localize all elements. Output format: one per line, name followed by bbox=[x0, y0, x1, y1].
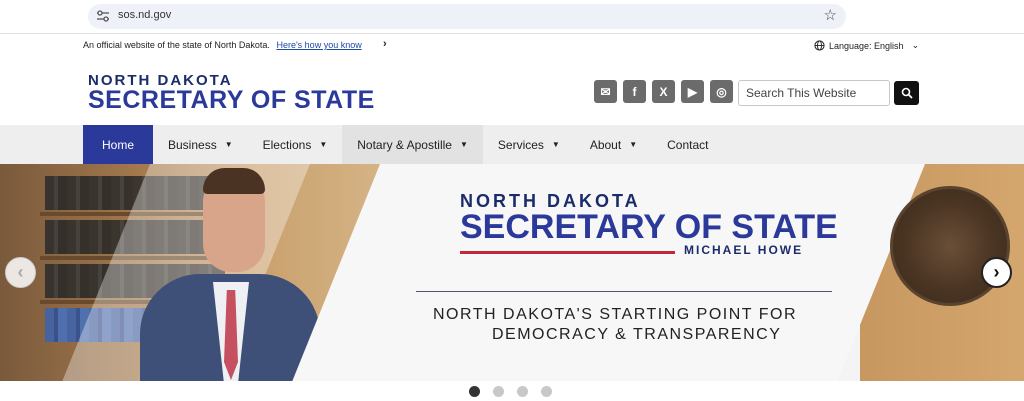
nav-item-label[interactable]: Elections bbox=[263, 138, 312, 152]
site-header: NORTH DAKOTA SECRETARY OF STATE ✉ f X ▶ … bbox=[0, 60, 1024, 125]
nav-item-label[interactable]: Notary & Apostille bbox=[357, 138, 452, 152]
search-icon bbox=[901, 87, 913, 99]
carousel-dots bbox=[469, 386, 552, 397]
main-nav: Home Business ▼ Elections ▼ Notary & Apo… bbox=[0, 125, 1024, 164]
star-icon[interactable]: ☆ bbox=[824, 6, 837, 24]
social-links: ✉ f X ▶ ◎ bbox=[594, 80, 733, 103]
gov-banner-label: An official website of the state of Nort… bbox=[83, 40, 270, 50]
nav-item-label[interactable]: Contact bbox=[667, 138, 708, 152]
caret-down-icon: ▼ bbox=[629, 140, 638, 149]
hero-carousel: NORTH DAKOTA SECRETARY OF STATE MICHAEL … bbox=[0, 164, 1024, 381]
nav-item-notary-apostille[interactable]: Notary & Apostille ▼ bbox=[342, 125, 483, 164]
carousel-prev-button[interactable]: ‹ bbox=[5, 257, 36, 288]
url-text[interactable]: sos.nd.gov bbox=[118, 9, 171, 21]
browser-bar: sos.nd.gov ☆ bbox=[0, 0, 1024, 34]
great-seal-image bbox=[890, 186, 1010, 306]
hero-logo-office: SECRETARY OF STATE bbox=[460, 208, 838, 246]
instagram-icon[interactable]: ◎ bbox=[710, 80, 733, 103]
caret-down-icon: ▼ bbox=[224, 140, 233, 149]
heres-how-you-know-link[interactable]: Here's how you know bbox=[276, 40, 361, 50]
mail-icon[interactable]: ✉ bbox=[594, 80, 617, 103]
logo-office-name: SECRETARY OF STATE bbox=[88, 86, 375, 114]
address-bar[interactable]: sos.nd.gov ☆ bbox=[88, 4, 846, 29]
hero-divider bbox=[416, 291, 832, 292]
carousel-next-button[interactable]: › bbox=[981, 257, 1012, 288]
nav-item-about[interactable]: About ▼ bbox=[575, 125, 652, 164]
language-label[interactable]: Language: English bbox=[829, 41, 904, 51]
chevron-right-icon[interactable]: › bbox=[383, 38, 387, 50]
carousel-dot[interactable] bbox=[469, 386, 480, 397]
youtube-icon[interactable]: ▶ bbox=[681, 80, 704, 103]
nav-item-contact[interactable]: Contact bbox=[652, 125, 723, 164]
carousel-dot[interactable] bbox=[493, 386, 504, 397]
gov-banner: An official website of the state of Nort… bbox=[0, 36, 1024, 56]
hero-logo-underline bbox=[460, 251, 675, 254]
nav-item-label[interactable]: Business bbox=[168, 138, 217, 152]
globe-icon bbox=[814, 40, 825, 51]
nav-item-elections[interactable]: Elections ▼ bbox=[248, 125, 343, 164]
nav-item-business[interactable]: Business ▼ bbox=[153, 125, 248, 164]
nav-item-label[interactable]: About bbox=[590, 138, 621, 152]
caret-down-icon: ▼ bbox=[459, 140, 468, 149]
gov-banner-text: An official website of the state of Nort… bbox=[83, 40, 362, 50]
hero-tagline-line1: NORTH DAKOTA'S STARTING POINT FOR bbox=[433, 306, 797, 323]
hero-tagline-line2: DEMOCRACY & TRANSPARENCY bbox=[492, 326, 782, 343]
search-button[interactable] bbox=[894, 81, 919, 105]
facebook-icon[interactable]: f bbox=[623, 80, 646, 103]
tune-icon[interactable] bbox=[96, 9, 110, 23]
nav-item-services[interactable]: Services ▼ bbox=[483, 125, 575, 164]
nav-item-label[interactable]: Home bbox=[102, 138, 134, 152]
search-input[interactable] bbox=[738, 80, 890, 106]
caret-down-icon: ▼ bbox=[319, 140, 328, 149]
secretary-name: MICHAEL HOWE bbox=[684, 243, 804, 257]
site-logo[interactable]: NORTH DAKOTA SECRETARY OF STATE bbox=[88, 72, 375, 115]
nav-item-home[interactable]: Home bbox=[83, 125, 153, 164]
carousel-dot[interactable] bbox=[541, 386, 552, 397]
nav-item-label[interactable]: Services bbox=[498, 138, 544, 152]
language-selector[interactable]: Language: English ⌄ bbox=[814, 40, 919, 51]
chevron-down-icon[interactable]: ⌄ bbox=[912, 40, 920, 51]
portrait-hair bbox=[203, 168, 265, 194]
x-icon[interactable]: X bbox=[652, 80, 675, 103]
carousel-dot[interactable] bbox=[517, 386, 528, 397]
caret-down-icon: ▼ bbox=[551, 140, 560, 149]
